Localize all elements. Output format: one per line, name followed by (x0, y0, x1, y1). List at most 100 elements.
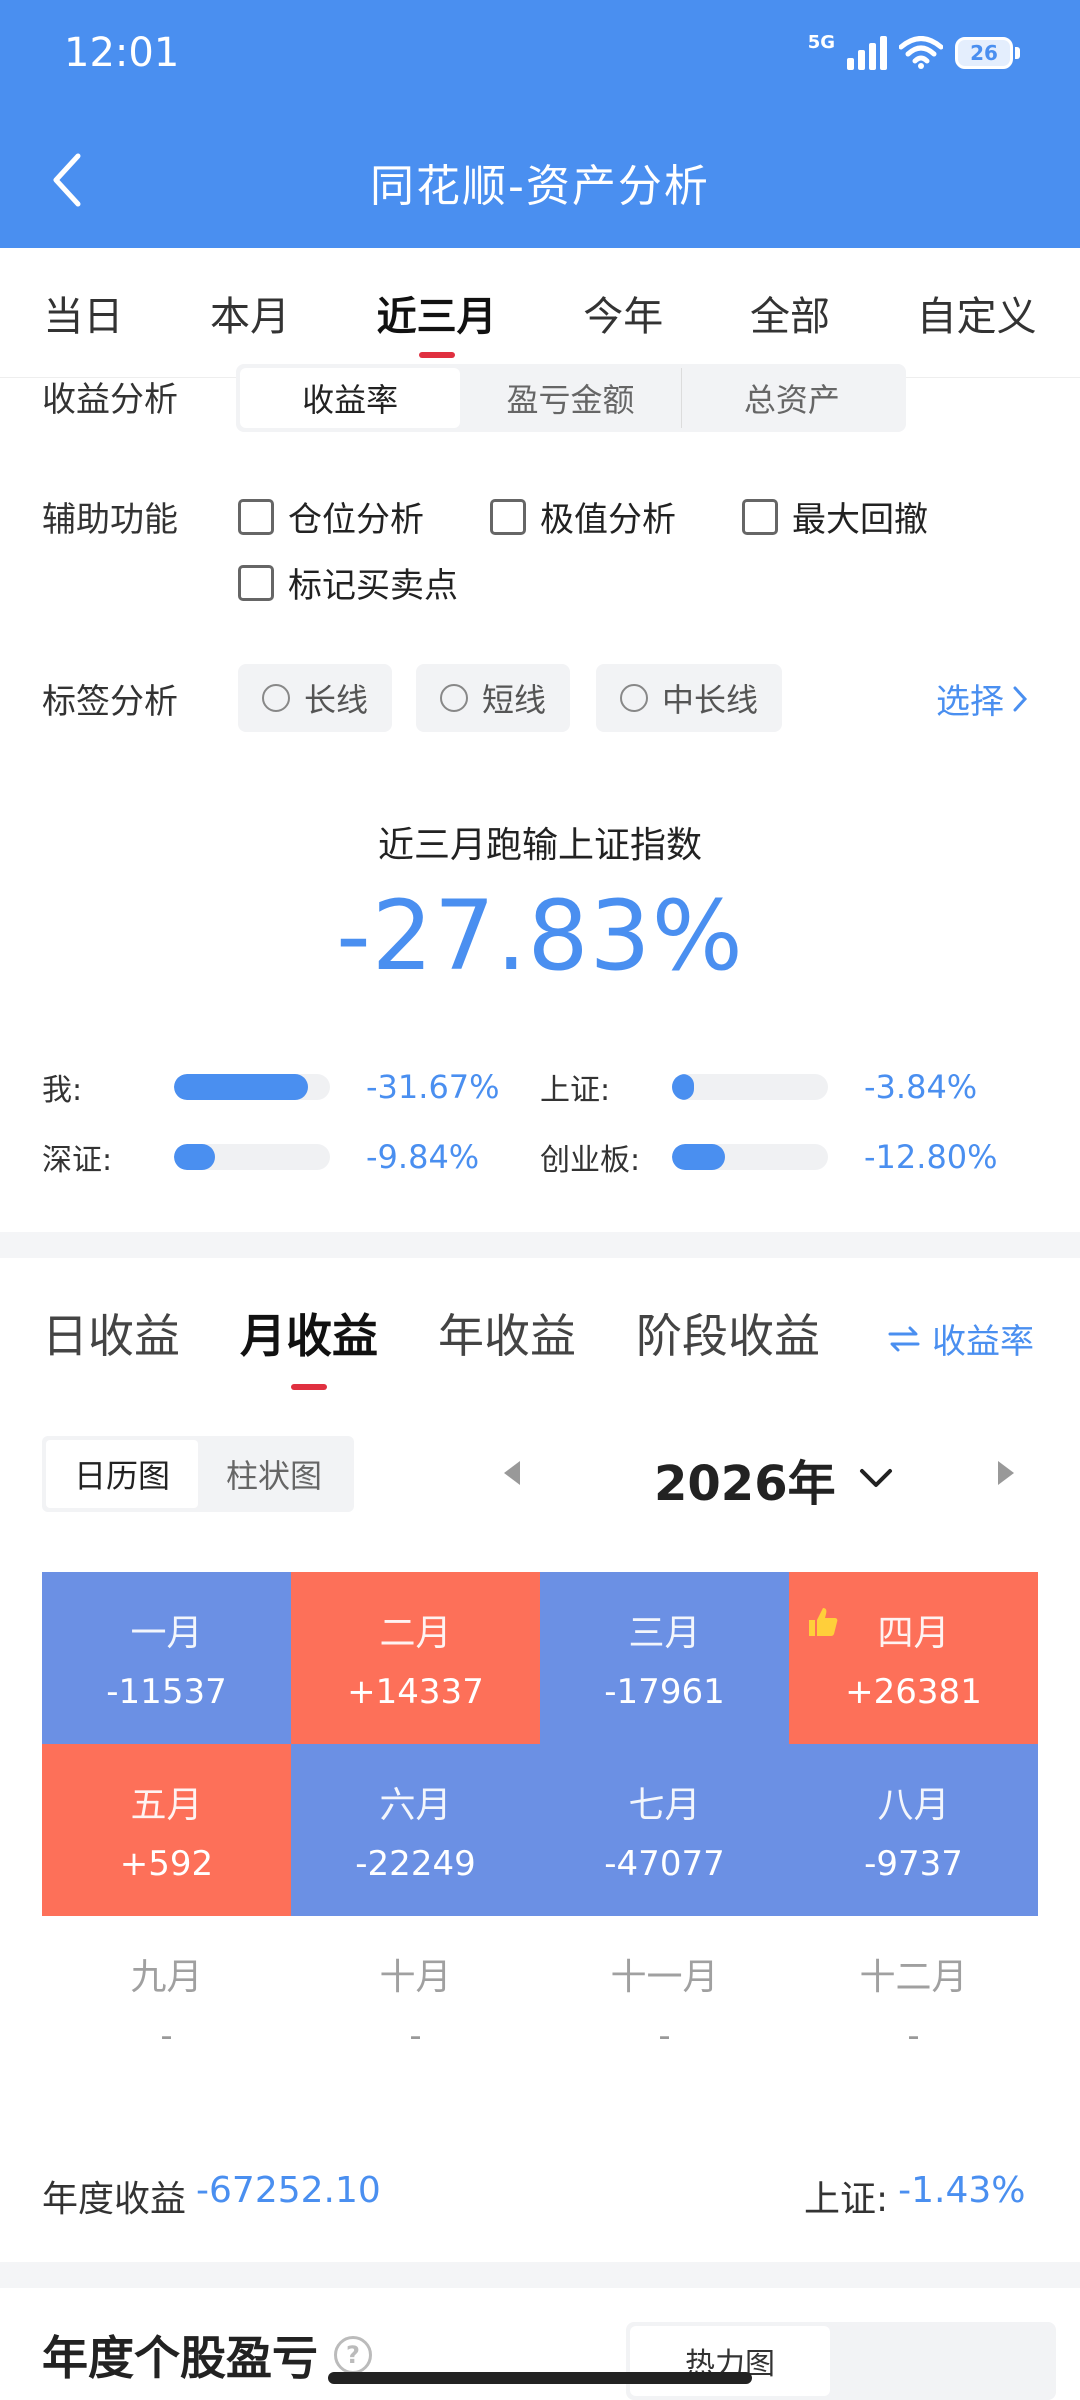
comparison-label: 创业板: (540, 1143, 641, 1178)
month-value: +592 (119, 1844, 214, 1884)
tab-this-year[interactable]: 今年 (575, 264, 671, 362)
previous-year-button[interactable] (500, 1458, 524, 1488)
tab-daily-earnings[interactable]: 日收益 (42, 1300, 180, 1390)
aux-functions-label: 辅助功能 (42, 500, 178, 540)
comparison-bar (174, 1144, 330, 1170)
tab-this-month[interactable]: 本月 (202, 264, 298, 362)
checkbox-mark-trades[interactable]: 标记买卖点 (238, 558, 458, 607)
chevron-right-icon (1013, 686, 1028, 711)
bar-fill (174, 1074, 309, 1100)
section-divider (0, 2262, 1080, 2288)
section-divider (0, 1232, 1080, 1258)
view-bar-chart[interactable]: 柱状图 (198, 1440, 350, 1508)
comparison-bar (672, 1144, 828, 1170)
tag-label: 短线 (482, 681, 547, 719)
annual-summary: 年度收益 -67252.10 (42, 2170, 381, 2222)
select-label: 选择 (936, 682, 1004, 722)
chevron-down-icon (859, 1469, 892, 1487)
checkbox-label: 最大回撤 (792, 500, 928, 540)
month-name: 二月 (379, 1613, 452, 1654)
month-name: 十二月 (859, 1957, 968, 1998)
month-cell[interactable]: 八月 -9737 (789, 1744, 1038, 1916)
option-total-assets[interactable]: 总资产 (682, 368, 902, 428)
month-value: -47077 (604, 1844, 725, 1884)
stock-pnl-heading: 年度个股盈亏 ? (42, 2322, 372, 2388)
month-cell[interactable]: 六月 -22249 (291, 1744, 540, 1916)
comparison-bar (672, 1074, 828, 1100)
time-range-tabs: 当日 本月 近三月 今年 全部 自定义 (0, 248, 1080, 378)
comparison-value-text: -9.84% (366, 1138, 480, 1176)
tab-custom[interactable]: 自定义 (909, 264, 1045, 362)
month-value: -9737 (864, 1844, 963, 1884)
tag-mid-long-term[interactable]: 中长线 (596, 664, 783, 732)
view-toggle: 日历图 柱状图 (42, 1436, 354, 1512)
month-value: +14337 (347, 1672, 484, 1712)
comparison-row-chinext: 创业板: -12.80% (540, 1132, 998, 1182)
tab-today[interactable]: 当日 (35, 264, 131, 362)
checkbox-max-drawdown[interactable]: 最大回撤 (742, 492, 928, 541)
month-cell[interactable]: 三月 -17961 (540, 1572, 789, 1744)
home-indicator[interactable] (328, 2372, 752, 2384)
help-icon[interactable]: ? (334, 2336, 372, 2374)
month-cell[interactable]: 十一月 - (540, 1916, 789, 2088)
tag-long-term[interactable]: 长线 (238, 664, 393, 732)
month-name: 四月 (877, 1613, 950, 1654)
option-profit-amount[interactable]: 盈亏金额 (460, 368, 682, 428)
rate-toggle-button[interactable]: 收益率 (888, 1314, 1034, 1363)
comparison-row-shanghai: 上证: -3.84% (540, 1062, 977, 1112)
heatmap-option[interactable]: 热力图 (630, 2326, 830, 2396)
month-value: +26381 (845, 1672, 982, 1712)
radio-icon (262, 684, 290, 712)
checkbox-icon (238, 564, 274, 601)
month-cell[interactable]: 五月 +592 (42, 1744, 291, 1916)
tab-yearly-earnings[interactable]: 年收益 (438, 1300, 576, 1390)
month-name: 八月 (877, 1785, 950, 1826)
month-value: - (658, 2016, 671, 2056)
month-cell[interactable]: 十月 - (291, 1916, 540, 2088)
option-return-rate[interactable]: 收益率 (240, 368, 461, 428)
month-name: 十月 (379, 1957, 452, 1998)
checkbox-icon (238, 498, 274, 535)
month-value: - (907, 2016, 920, 2056)
month-cell[interactable]: 一月 -11537 (42, 1572, 291, 1744)
month-cell[interactable]: 七月 -47077 (540, 1744, 789, 1916)
tab-all[interactable]: 全部 (742, 264, 838, 362)
tag-short-term[interactable]: 短线 (416, 664, 571, 732)
signal-icon (847, 36, 887, 70)
profit-analysis-selector: 收益率 盈亏金额 总资产 (236, 364, 906, 432)
checkbox-extreme-analysis[interactable]: 极值分析 (490, 492, 676, 541)
bar-fill (174, 1144, 215, 1170)
network-type: 5G (807, 32, 835, 53)
month-name: 五月 (130, 1785, 203, 1826)
year-selector[interactable]: 2026年 (654, 1444, 894, 1514)
month-value: -22249 (355, 1844, 476, 1884)
year-value: 2026年 (654, 1456, 836, 1512)
month-cell[interactable]: 九月 - (42, 1916, 291, 2088)
month-name: 三月 (628, 1613, 701, 1654)
tab-stage-earnings[interactable]: 阶段收益 (636, 1300, 820, 1390)
checkbox-position-analysis[interactable]: 仓位分析 (238, 492, 424, 541)
comparison-value-text: -12.80% (864, 1138, 998, 1176)
app-header: 12:01 5G 26 同花顺-资产分析 (0, 0, 1080, 248)
checkbox-icon (742, 498, 778, 535)
month-cell[interactable]: 二月 +14337 (291, 1572, 540, 1744)
month-cell[interactable]: 四月 +26381 (789, 1572, 1038, 1744)
select-tags-link[interactable]: 选择 (936, 674, 1028, 723)
comparison-value: -27.83% (336, 880, 744, 992)
wifi-icon (899, 36, 943, 69)
month-name: 七月 (628, 1785, 701, 1826)
comparison-row-shenzhen: 深证: -9.84% (42, 1132, 479, 1182)
month-cell[interactable]: 十二月 - (789, 1916, 1038, 2088)
annual-index: 上证: -1.43% (804, 2170, 1026, 2222)
annual-index-value: -1.43% (898, 2170, 1026, 2211)
comparison-heading: 近三月跑输上证指数 (377, 825, 702, 866)
heatmap-toggle: 热力图 (626, 2322, 1056, 2400)
battery-icon: 26 (955, 37, 1020, 69)
view-calendar[interactable]: 日历图 (46, 1440, 198, 1508)
comparison-label: 我: (42, 1073, 83, 1108)
next-year-button[interactable] (994, 1458, 1018, 1488)
tab-monthly-earnings[interactable]: 月收益 (240, 1300, 378, 1390)
tab-last-three-months[interactable]: 近三月 (369, 264, 505, 362)
comparison-value-text: -31.67% (366, 1068, 500, 1106)
month-value: -17961 (604, 1672, 725, 1712)
